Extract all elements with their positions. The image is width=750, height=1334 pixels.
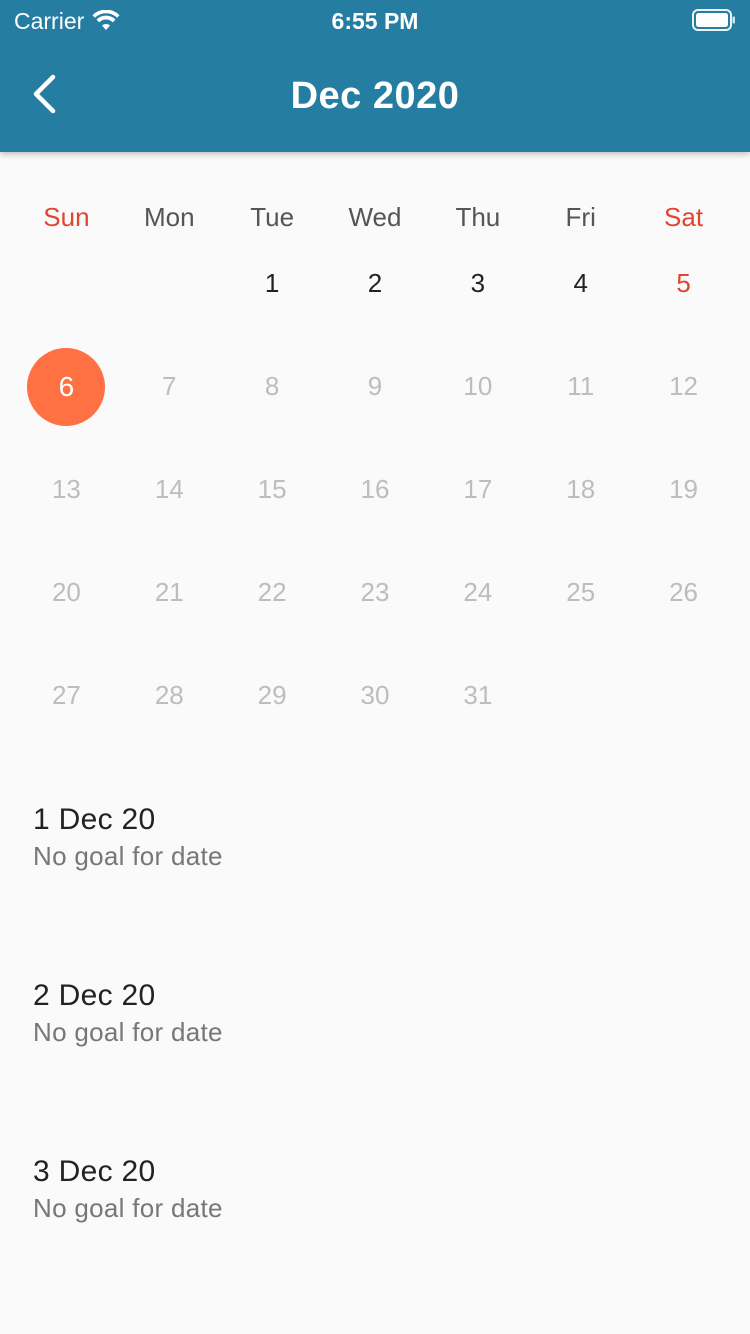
- day-number: 12: [669, 371, 699, 401]
- weekday-label-tue: Tue: [250, 202, 295, 232]
- day-cell[interactable]: 7: [118, 335, 221, 438]
- day-number: 23: [360, 577, 390, 607]
- day-cell[interactable]: 21: [118, 541, 221, 644]
- day-number: 18: [566, 474, 596, 504]
- status-bar: Carrier 6:55 PM: [0, 0, 750, 40]
- day-cell[interactable]: 3: [426, 232, 529, 335]
- day-cell[interactable]: 18: [529, 438, 632, 541]
- day-number: 26: [669, 577, 699, 607]
- goal-date: 2 Dec 20: [33, 979, 156, 1012]
- day-cell[interactable]: 4: [529, 232, 632, 335]
- day-cell[interactable]: 22: [221, 541, 324, 644]
- day-cell[interactable]: 28: [118, 644, 221, 747]
- goal-list-item[interactable]: 1 Dec 20 No goal for date: [33, 800, 723, 976]
- day-cell[interactable]: 27: [15, 644, 118, 747]
- weekday-label-sun: Sun: [43, 202, 90, 232]
- day-cell[interactable]: 19: [632, 438, 735, 541]
- day-number: 14: [154, 474, 184, 504]
- day-number: 28: [154, 680, 184, 710]
- day-number: 13: [51, 474, 81, 504]
- weekday-label-fri: Fri: [565, 202, 596, 232]
- day-number: 9: [367, 371, 383, 401]
- day-number: 27: [51, 680, 81, 710]
- day-number: 16: [360, 474, 390, 504]
- day-cell-selected[interactable]: 6: [15, 335, 118, 438]
- day-cell[interactable]: 1: [221, 232, 324, 335]
- day-cell[interactable]: 26: [632, 541, 735, 644]
- day-number: 30: [360, 680, 390, 710]
- navigation-bar: Dec 2020: [0, 40, 750, 152]
- day-number: 21: [154, 577, 184, 607]
- day-number: 17: [463, 474, 493, 504]
- day-cell[interactable]: 13: [15, 438, 118, 541]
- day-cell[interactable]: 9: [324, 335, 427, 438]
- goal-date: 1 Dec 20: [33, 803, 156, 836]
- day-cell-empty: [15, 232, 118, 335]
- day-number: 8: [264, 371, 280, 401]
- weekday-label-wed: Wed: [348, 202, 402, 232]
- day-number: 4: [573, 268, 588, 298]
- day-cell[interactable]: 11: [529, 335, 632, 438]
- day-number: 1: [264, 268, 280, 298]
- day-cell[interactable]: 14: [118, 438, 221, 541]
- day-grid: 1 2 3 4 5 6 7 8 9 10 11 12 13 14 15 16 17 18 19 20 21 22 23 24 2…: [15, 232, 735, 747]
- weekday-label-mon: Mon: [143, 202, 195, 232]
- selected-day-marker: 6: [27, 347, 106, 426]
- weekday-label-sat: Sat: [664, 202, 704, 232]
- day-number: 3: [470, 268, 486, 298]
- day-cell[interactable]: 15: [221, 438, 324, 541]
- day-cell-empty: [118, 232, 221, 335]
- goal-status: No goal for date: [33, 841, 223, 871]
- day-cell[interactable]: 31: [426, 644, 529, 747]
- day-cell[interactable]: 17: [426, 438, 529, 541]
- day-cell[interactable]: 5: [632, 232, 735, 335]
- month-calendar: Sun Mon Tue Wed Thu Fri Sat 1 2 3 4 5 6 7 8 9 10 1…: [15, 152, 735, 710]
- goal-list-item[interactable]: 3 Dec 20 No goal for date: [33, 1152, 723, 1328]
- page-title: Dec 2020: [290, 75, 460, 117]
- day-number: 11: [567, 371, 595, 401]
- day-cell[interactable]: 29: [221, 644, 324, 747]
- app-bar: Carrier 6:55 PM Dec 2020: [0, 0, 750, 152]
- status-time: 6:55 PM: [331, 8, 419, 34]
- goal-list-item[interactable]: 2 Dec 20 No goal for date: [33, 976, 723, 1152]
- day-number: 20: [51, 577, 81, 607]
- day-number: 29: [257, 680, 287, 710]
- day-cell[interactable]: 23: [324, 541, 427, 644]
- day-cell[interactable]: 10: [426, 335, 529, 438]
- goal-status: No goal for date: [33, 1193, 223, 1223]
- day-number: 5: [676, 268, 691, 298]
- day-number: 25: [566, 577, 596, 607]
- day-number: 15: [257, 474, 287, 504]
- day-cell[interactable]: 16: [324, 438, 427, 541]
- day-cell[interactable]: 12: [632, 335, 735, 438]
- day-cell[interactable]: 24: [426, 541, 529, 644]
- day-number: 7: [162, 371, 177, 401]
- goal-date: 3 Dec 20: [33, 1155, 156, 1188]
- battery-icon: [692, 9, 736, 31]
- day-number: 19: [669, 474, 699, 504]
- day-number: 2: [367, 268, 383, 298]
- day-number: 6: [58, 370, 75, 402]
- day-cell[interactable]: 8: [221, 335, 324, 438]
- goal-status: No goal for date: [33, 1017, 223, 1047]
- weekday-label-thu: Thu: [455, 202, 501, 232]
- day-cell[interactable]: 2: [324, 232, 427, 335]
- day-cell[interactable]: 20: [15, 541, 118, 644]
- day-number: 10: [463, 371, 493, 401]
- day-number: 24: [463, 577, 493, 607]
- goal-list: 1 Dec 20 No goal for date 2 Dec 20 No goal …: [33, 800, 723, 1328]
- day-number: 22: [257, 577, 287, 607]
- day-cell[interactable]: 25: [529, 541, 632, 644]
- day-cell[interactable]: 30: [324, 644, 427, 747]
- day-number: 31: [463, 680, 493, 710]
